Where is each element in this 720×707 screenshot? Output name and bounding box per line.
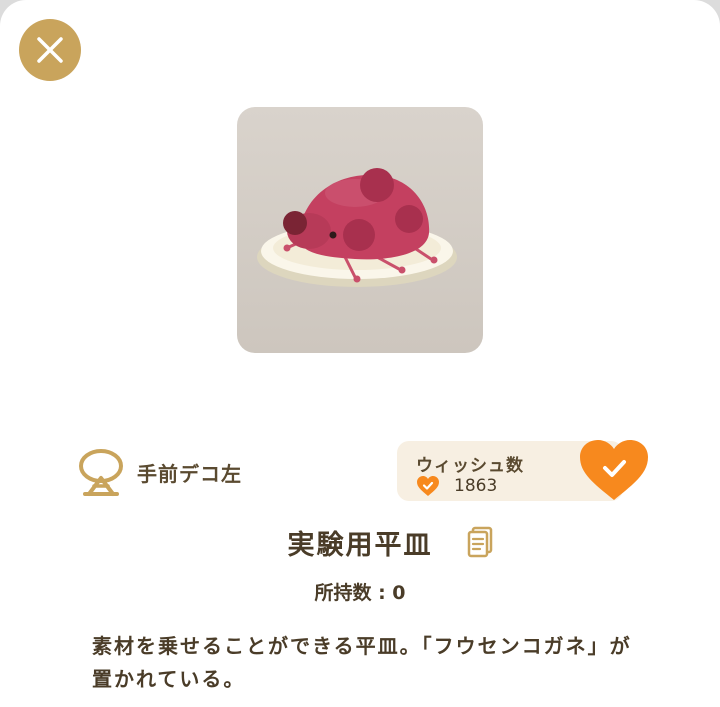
close-button[interactable] bbox=[19, 19, 81, 81]
owned-count: 所持数 : 0 bbox=[314, 582, 406, 604]
item-name: 実験用平皿 bbox=[287, 530, 433, 561]
item-image bbox=[237, 107, 483, 353]
item-detail-sheet: 手前デコ左 ウィッシュ数 1863 実験用平皿 所持数 : 0 素材を乗せること… bbox=[0, 0, 720, 707]
item-description: 素材を乗せることができる平皿。「フウセンコガネ」が置かれている。 bbox=[92, 634, 632, 691]
category-label: 手前デコ左 bbox=[137, 462, 242, 486]
heart-check-icon bbox=[417, 476, 439, 496]
wish-heart-button[interactable] bbox=[577, 437, 651, 503]
wish-count: 1863 bbox=[454, 476, 498, 496]
wish-title: ウィッシュ数 bbox=[416, 456, 524, 476]
heart-check-icon bbox=[580, 440, 648, 500]
beetle-on-dish-illustration bbox=[257, 168, 457, 287]
close-icon bbox=[37, 37, 63, 63]
document-icon[interactable] bbox=[466, 526, 494, 558]
deco-stand-icon bbox=[79, 449, 123, 496]
